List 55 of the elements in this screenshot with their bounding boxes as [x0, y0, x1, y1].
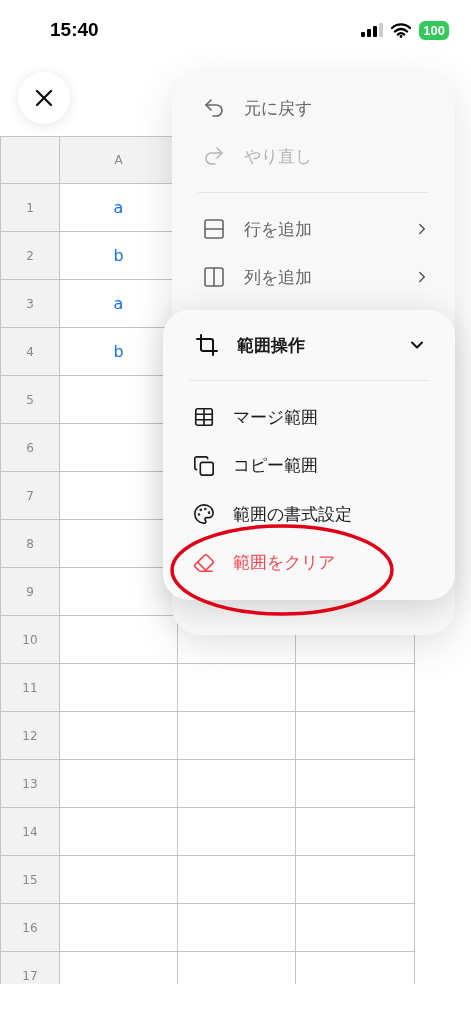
table-cell[interactable] [60, 808, 178, 856]
table-cell[interactable] [60, 856, 178, 904]
menu-item[interactable]: 範囲をクリア [163, 538, 455, 587]
table-cell[interactable] [296, 856, 415, 904]
row-header[interactable]: 3 [0, 280, 60, 328]
menu-item[interactable]: 範囲の書式設定 [163, 490, 455, 539]
row-header[interactable]: 4 [0, 328, 60, 376]
redo-icon [202, 144, 226, 168]
close-button[interactable] [18, 72, 70, 124]
battery-level: 100 [419, 20, 449, 40]
palette-icon [193, 503, 215, 526]
wifi-icon [391, 22, 412, 38]
table-cell[interactable] [296, 760, 415, 808]
table-cell[interactable] [296, 808, 415, 856]
row-header[interactable]: 1 [0, 184, 60, 232]
row-header[interactable]: 7 [0, 472, 60, 520]
row-header[interactable]: 14 [0, 808, 60, 856]
menu-item[interactable]: コピー範囲 [163, 441, 455, 490]
table-cell[interactable] [60, 760, 178, 808]
table-cell[interactable] [296, 904, 415, 952]
status-time: 15:40 [50, 19, 99, 41]
row-header[interactable]: 5 [0, 376, 60, 424]
table-cell[interactable] [178, 712, 296, 760]
table-cell[interactable] [178, 904, 296, 952]
row-header[interactable]: 13 [0, 760, 60, 808]
table-cell[interactable] [60, 664, 178, 712]
menu-item[interactable]: マージ範囲 [163, 393, 455, 442]
menu-item[interactable]: 元に戻す [172, 84, 455, 132]
row-header[interactable]: 16 [0, 904, 60, 952]
row-header[interactable]: 9 [0, 568, 60, 616]
row-header[interactable]: 8 [0, 520, 60, 568]
row-header[interactable]: 11 [0, 664, 60, 712]
row-header[interactable]: 10 [0, 616, 60, 664]
grid-icon [193, 406, 215, 429]
undo-icon [202, 96, 226, 120]
table-cell[interactable] [60, 712, 178, 760]
columns-icon [202, 265, 226, 289]
table-cell[interactable] [178, 760, 296, 808]
table-cell[interactable] [178, 856, 296, 904]
row-header[interactable]: 6 [0, 424, 60, 472]
corner-cell [0, 136, 60, 184]
rows-icon [202, 217, 226, 241]
table-cell[interactable] [178, 808, 296, 856]
table-cell[interactable] [178, 664, 296, 712]
row-header[interactable]: 2 [0, 232, 60, 280]
table-cell[interactable] [60, 904, 178, 952]
crop-icon [195, 333, 219, 357]
signal-icon [361, 23, 384, 37]
eraser-icon [193, 551, 215, 574]
row-header[interactable]: 12 [0, 712, 60, 760]
row-header[interactable]: 15 [0, 856, 60, 904]
table-cell[interactable] [296, 664, 415, 712]
copy-icon [193, 454, 215, 477]
row-header[interactable]: 17 [0, 952, 60, 984]
table-cell[interactable] [296, 712, 415, 760]
